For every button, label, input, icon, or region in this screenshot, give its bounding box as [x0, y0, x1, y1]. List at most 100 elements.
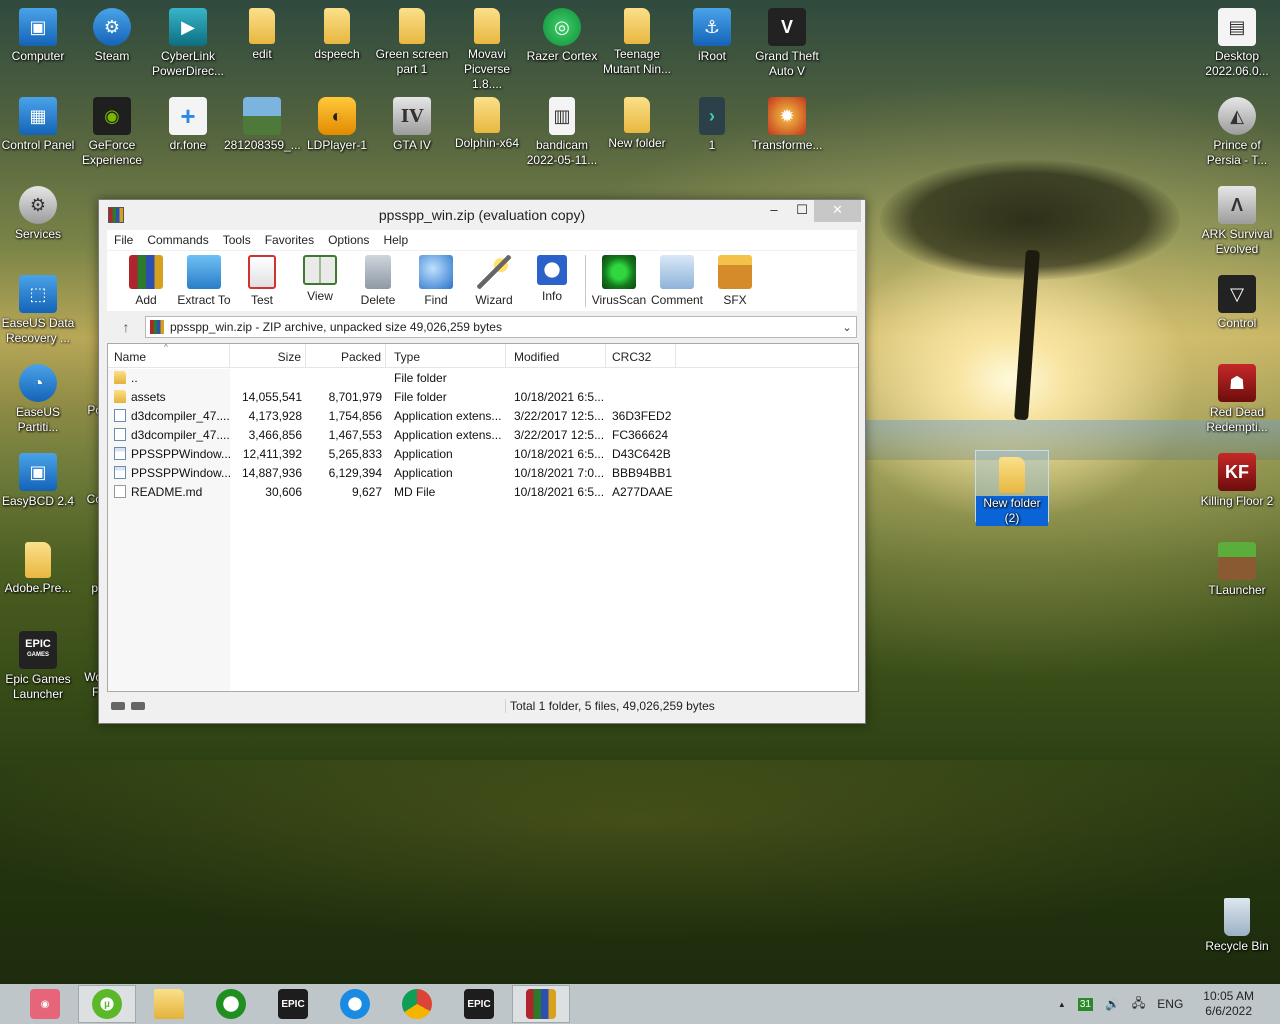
- network-icon[interactable]: 🖧: [1132, 994, 1145, 1015]
- winrar-window[interactable]: ppsspp_win.zip (evaluation copy) – ☐ ✕ F…: [98, 199, 866, 724]
- menu-favorites[interactable]: Favorites: [258, 230, 321, 250]
- cell-size: 14,055,541: [241, 389, 302, 404]
- desktop-icon-movavi[interactable]: Movavi Picverse 1.8....: [449, 2, 525, 92]
- desktop-icon-partial-row6-col2[interactable]: Co: [56, 492, 102, 507]
- desktop-icon-control-panel[interactable]: ▦ Control Panel: [0, 91, 76, 153]
- desktop-icon-tlauncher[interactable]: TLauncher: [1199, 536, 1275, 598]
- taskbar-file-explorer[interactable]: [140, 985, 198, 1023]
- desktop-icon-razer-cortex[interactable]: ◎ Razer Cortex: [524, 2, 600, 64]
- desktop-icon-bandicam[interactable]: ▥ bandicam 2022-05-11...: [524, 91, 600, 168]
- desktop-icon-ldplayer[interactable]: ◐ LDPlayer-1: [299, 91, 375, 153]
- desktop-icon-partial-row5-col2[interactable]: Po: [56, 403, 102, 418]
- up-arrow-icon[interactable]: ↑: [107, 319, 145, 335]
- desktop-icon-image[interactable]: 281208359_...: [224, 91, 301, 153]
- desktop-icon-iroot[interactable]: ⚓ iRoot: [674, 2, 750, 64]
- desktop-icon-new-folder[interactable]: New folder: [599, 91, 675, 151]
- address-field[interactable]: ppsspp_win.zip - ZIP archive, unpacked s…: [145, 316, 857, 338]
- desktop-icon-control-game[interactable]: ▽ Control: [1199, 269, 1275, 331]
- info-button[interactable]: Info: [523, 251, 581, 303]
- desktop-icon-tmnt[interactable]: Teenage Mutant Nin...: [599, 2, 675, 77]
- desktop-icon-gta4[interactable]: IV GTA IV: [374, 91, 450, 153]
- desktop-icon-recycle-bin[interactable]: Recycle Bin: [1199, 892, 1275, 954]
- chevron-down-icon[interactable]: ⌄: [838, 321, 856, 334]
- ie-icon: [340, 989, 370, 1019]
- table-row[interactable]: .. File folder: [108, 368, 858, 387]
- desktop-icon-dspeech[interactable]: dspeech: [299, 2, 375, 62]
- menu-file[interactable]: File: [107, 230, 140, 250]
- desktop-icon-gta5[interactable]: V Grand Theft Auto V: [749, 2, 825, 79]
- desktop-icon-easeus-partition[interactable]: ◔ EaseUS Partiti...: [0, 358, 76, 435]
- maximize-button[interactable]: ☐: [787, 200, 817, 222]
- taskbar-recorder[interactable]: ◉: [16, 985, 74, 1023]
- table-row[interactable]: README.md 30,606 9,627 MD File 10/18/2021 6:…: [108, 482, 858, 501]
- desktop-icon-new-folder-2[interactable]: New folder (2): [975, 450, 1049, 526]
- language-indicator[interactable]: ENG: [1157, 997, 1183, 1011]
- show-hidden-icons-chevron-icon[interactable]: ▲: [1058, 1000, 1066, 1009]
- column-header-type[interactable]: Type: [386, 344, 506, 367]
- cell-packed: 8,701,979: [328, 389, 382, 404]
- desktop-icon-easeus-recovery[interactable]: ⬚ EaseUS Data Recovery ...: [0, 269, 76, 346]
- desktop-icon-dolphin[interactable]: Dolphin-x64: [449, 91, 525, 151]
- desktop-icon-desktop-file[interactable]: ▤ Desktop 2022.06.0...: [1199, 2, 1275, 79]
- virusscan-button[interactable]: VirusScan: [590, 251, 648, 307]
- table-row[interactable]: d3dcompiler_47.... 4,173,928 1,754,856 Appl…: [108, 406, 858, 425]
- column-header-modified[interactable]: Modified: [506, 344, 606, 367]
- minimize-button[interactable]: –: [759, 200, 789, 222]
- taskbar-winrar[interactable]: [512, 985, 570, 1023]
- wizard-button[interactable]: Wizard: [465, 251, 523, 307]
- wallpaper-hill-light: [0, 760, 1280, 980]
- folder-icon: [474, 97, 500, 133]
- menu-help[interactable]: Help: [376, 230, 415, 250]
- desktop-icon-red-dead[interactable]: ☗ Red Dead Redempti...: [1199, 358, 1275, 435]
- column-header-size[interactable]: Size: [230, 344, 306, 367]
- desktop-icon-green-screen[interactable]: Green screen part 1: [374, 2, 450, 77]
- desktop-icon-partial-row7-col2[interactable]: prf: [56, 581, 102, 611]
- delete-button[interactable]: Delete: [349, 251, 407, 307]
- taskbar-epic-games-2[interactable]: EPIC: [450, 985, 508, 1023]
- taskbar-chrome[interactable]: [388, 985, 446, 1023]
- sfx-button[interactable]: SFX: [706, 251, 764, 307]
- file-icon: ▤: [1218, 8, 1256, 46]
- column-header-crc32[interactable]: CRC32: [606, 344, 676, 367]
- drive-icon[interactable]: [111, 702, 125, 710]
- menu-commands[interactable]: Commands: [140, 230, 215, 250]
- add-button[interactable]: Add: [117, 251, 175, 307]
- desktop-icon-ark[interactable]: Λ ARK Survival Evolved: [1199, 180, 1275, 257]
- desktop-icon-steam[interactable]: ⚙ Steam: [74, 2, 150, 64]
- file-list[interactable]: Name Size Packed Type Modified CRC32 ^ .…: [107, 343, 859, 692]
- text-file-icon: [114, 485, 126, 498]
- desktop-icon-computer[interactable]: ▣ Computer: [0, 2, 76, 64]
- clock[interactable]: 10:05 AM 6/6/2022: [1203, 989, 1254, 1019]
- taskbar-xbox[interactable]: [202, 985, 260, 1023]
- test-button[interactable]: Test: [233, 251, 291, 307]
- desktop-icon-cyberlink[interactable]: ▶ CyberLink PowerDirec...: [150, 2, 226, 79]
- desktop-icon-1[interactable]: › 1: [674, 91, 750, 153]
- volume-icon[interactable]: 🔊: [1105, 997, 1120, 1011]
- menu-options[interactable]: Options: [321, 230, 376, 250]
- table-row[interactable]: assets 14,055,541 8,701,979 File folder 10/1…: [108, 387, 858, 406]
- taskbar-internet-explorer[interactable]: [326, 985, 384, 1023]
- desktop-icon-drfone[interactable]: + dr.fone: [150, 91, 226, 153]
- key-icon[interactable]: [131, 702, 145, 710]
- close-button[interactable]: ✕: [814, 200, 861, 222]
- desktop-icon-geforce[interactable]: ◉ GeForce Experience: [74, 91, 150, 168]
- column-header-packed[interactable]: Packed: [306, 344, 386, 367]
- menu-tools[interactable]: Tools: [216, 230, 258, 250]
- desktop-icon-edit[interactable]: edit: [224, 2, 300, 62]
- taskbar-epic-games[interactable]: EPIC: [264, 985, 322, 1023]
- table-row[interactable]: PPSSPPWindow... 14,887,936 6,129,394 Applic…: [108, 463, 858, 482]
- calendar-icon[interactable]: 31: [1077, 997, 1093, 1011]
- comment-button[interactable]: Comment: [648, 251, 706, 307]
- taskbar-utorrent[interactable]: µ: [78, 985, 136, 1023]
- view-button[interactable]: View: [291, 251, 349, 303]
- table-row[interactable]: PPSSPPWindow... 12,411,392 5,265,833 Applic…: [108, 444, 858, 463]
- desktop-icon-prince-of-persia[interactable]: ◭ Prince of Persia - T...: [1199, 91, 1275, 168]
- column-header-name[interactable]: Name: [108, 344, 230, 367]
- table-row[interactable]: d3dcompiler_47.... 3,466,856 1,467,553 Appl…: [108, 425, 858, 444]
- find-button[interactable]: Find: [407, 251, 465, 307]
- window-titlebar[interactable]: ppsspp_win.zip (evaluation copy) – ☐ ✕: [99, 200, 865, 230]
- desktop-icon-killing-floor[interactable]: KF Killing Floor 2: [1199, 447, 1275, 509]
- desktop-icon-partial-row8-col2[interactable]: Wo Fi: [56, 670, 102, 700]
- extract-to-button[interactable]: Extract To: [175, 251, 233, 307]
- desktop-icon-transformers[interactable]: ✹ Transforme...: [749, 91, 825, 153]
